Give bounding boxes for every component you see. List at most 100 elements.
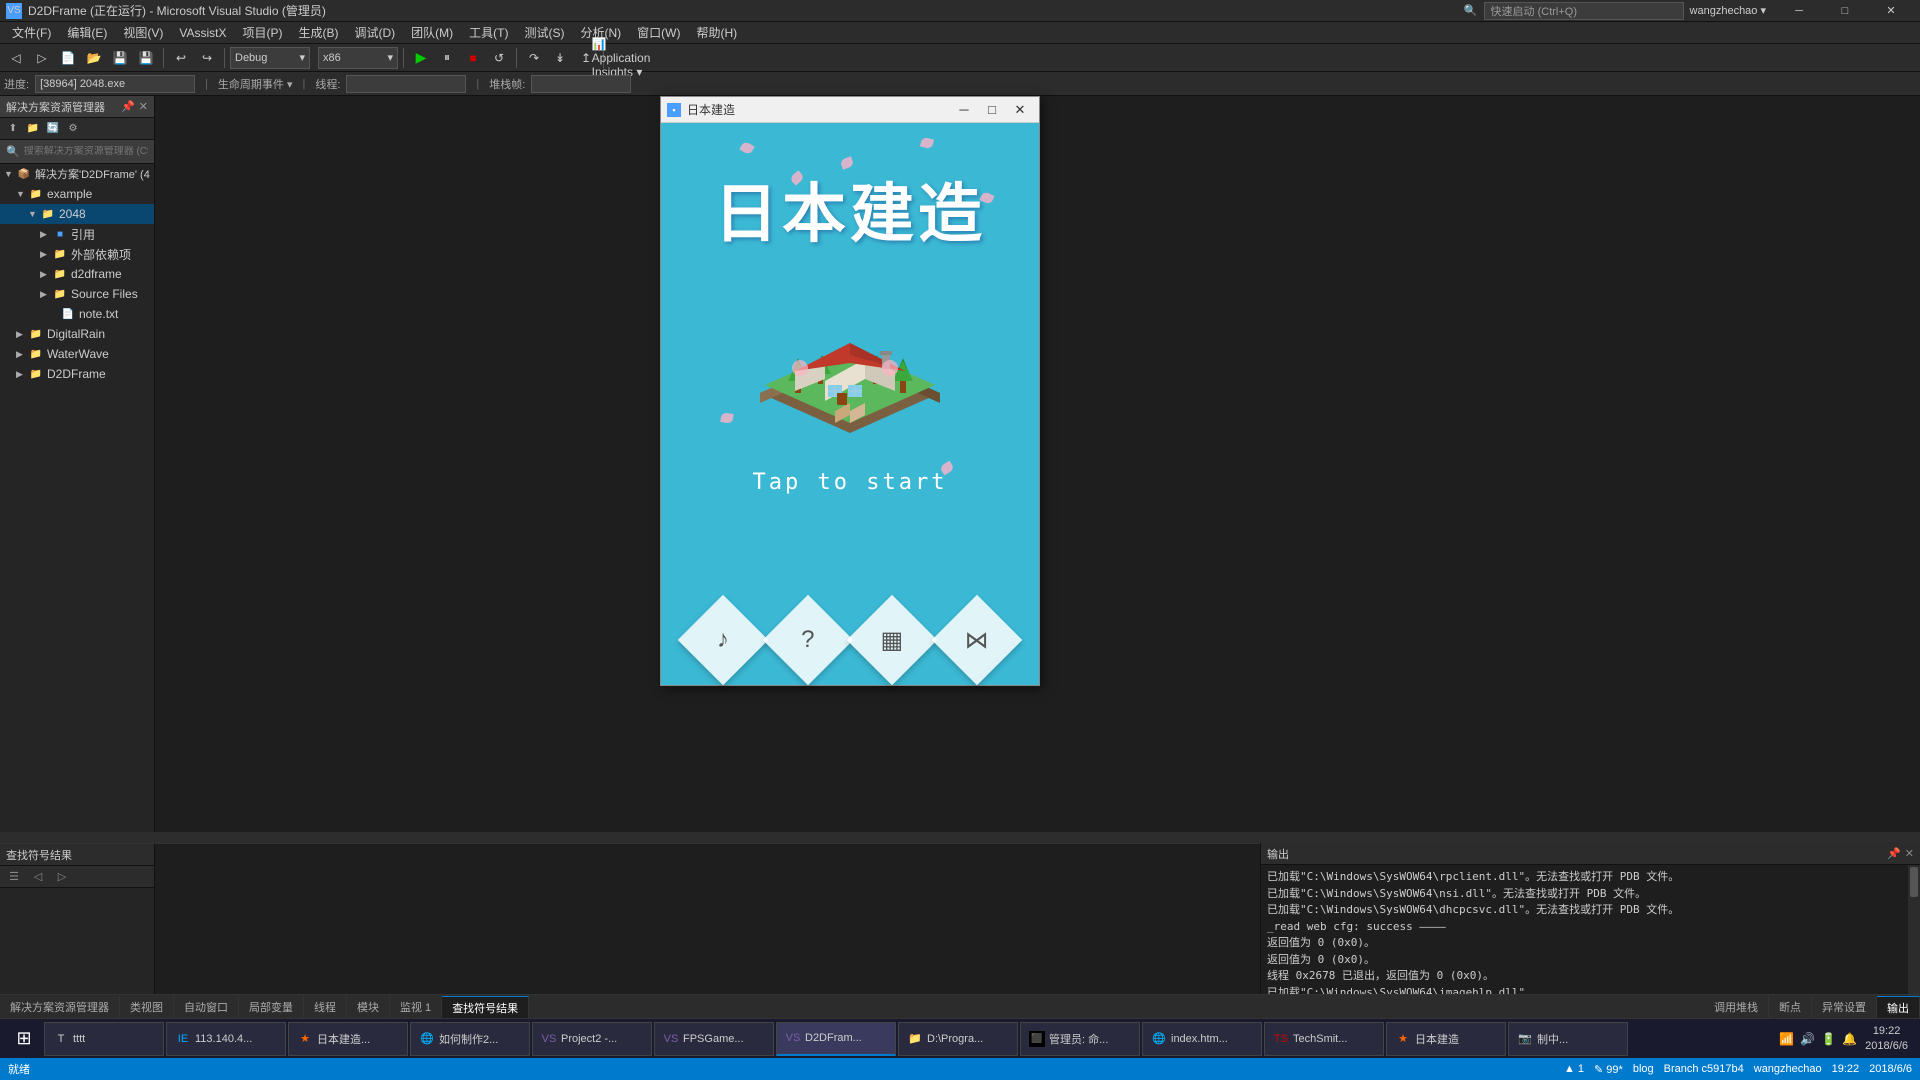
stop-btn[interactable]: ■ xyxy=(461,46,485,70)
output-close-icon[interactable]: ✕ xyxy=(1905,847,1914,860)
output-pin-icon[interactable]: 📌 xyxy=(1887,847,1901,860)
restart-btn[interactable]: ↺ xyxy=(487,46,511,70)
tab-watch1[interactable]: 监视 1 xyxy=(390,996,442,1018)
tap-to-start-text[interactable]: Tap to start xyxy=(661,470,1039,495)
toolbar-open-btn[interactable]: 📂 xyxy=(82,46,106,70)
tab-locals[interactable]: 局部变量 xyxy=(239,996,304,1018)
pause-btn[interactable]: ⏸ xyxy=(435,46,459,70)
toolbar-fwd-btn[interactable]: ▷ xyxy=(30,46,54,70)
tab-class-view[interactable]: 类视图 xyxy=(120,996,174,1018)
tab-threads[interactable]: 线程 xyxy=(304,996,347,1018)
tab-modules[interactable]: 模块 xyxy=(347,996,390,1018)
taskbar-item-jpkenzo2[interactable]: ★ 日本建造 xyxy=(1386,1022,1506,1056)
taskbar-icon-proj2: VS xyxy=(541,1031,557,1047)
game-maximize-btn[interactable]: □ xyxy=(979,99,1005,121)
taskbar-item-jpkenzo[interactable]: ★ 日本建造... xyxy=(288,1022,408,1056)
platform-dropdown[interactable]: x86▾ xyxy=(318,47,398,69)
find-next-btn[interactable]: ▷ xyxy=(52,867,72,887)
tree-d2dframe-root[interactable]: ▶ 📁 D2DFrame xyxy=(0,364,154,384)
tree-d2dframe[interactable]: ▶ 📁 d2dframe xyxy=(0,264,154,284)
tab-output[interactable]: 输出 xyxy=(1877,996,1920,1018)
taskbar-item-tttt[interactable]: T tttt xyxy=(44,1022,164,1056)
taskbar-icon-d2dframe: VS xyxy=(785,1030,801,1046)
tree-source-files[interactable]: ▶ 📁 Source Files xyxy=(0,284,154,304)
close-panel-icon[interactable]: ✕ xyxy=(139,100,148,113)
tab-auto-window[interactable]: 自动窗口 xyxy=(174,996,239,1018)
se-btn4[interactable]: ⚙ xyxy=(64,120,82,138)
minimize-button[interactable]: ─ xyxy=(1776,0,1822,22)
tree-ref[interactable]: ▶ ■ 引用 xyxy=(0,224,154,244)
tab-breakpoints[interactable]: 断点 xyxy=(1769,996,1812,1018)
tree-external[interactable]: ▶ 📁 外部依赖项 xyxy=(0,244,154,264)
close-button[interactable]: ✕ xyxy=(1868,0,1914,22)
se-btn2[interactable]: 📁 xyxy=(24,120,42,138)
menu-help[interactable]: 帮助(H) xyxy=(688,22,745,44)
taskbar-item-index[interactable]: 🌐 index.htm... xyxy=(1142,1022,1262,1056)
tree-solution[interactable]: ▼ 📦 解决方案'D2DFrame' (4 xyxy=(0,164,154,184)
vs-titlebar: VS D2DFrame (正在运行) - Microsoft Visual St… xyxy=(0,0,1920,22)
taskbar-item-cmd[interactable]: ⬛ 管理员: 命... xyxy=(1020,1022,1140,1056)
toolbar-saveall-btn[interactable]: 💾 xyxy=(134,46,158,70)
thread-label: 线程: xyxy=(315,76,340,92)
menu-test[interactable]: 测试(S) xyxy=(516,22,572,44)
menu-tools[interactable]: 工具(T) xyxy=(461,22,516,44)
menu-file[interactable]: 文件(F) xyxy=(4,22,59,44)
toolbar-undo-btn[interactable]: ↩ xyxy=(169,46,193,70)
pin-icon[interactable]: 📌 xyxy=(121,100,135,113)
output-scroll-thumb xyxy=(1910,867,1918,897)
tree-note[interactable]: 📄 note.txt xyxy=(0,304,154,324)
toolbar-save-btn[interactable]: 💾 xyxy=(108,46,132,70)
stats-button[interactable]: ▦ xyxy=(847,595,938,686)
tree-example[interactable]: ▼ 📁 example xyxy=(0,184,154,204)
taskbar-item-techsmit[interactable]: TS TechSmit... xyxy=(1264,1022,1384,1056)
taskbar-item-d2dframe[interactable]: VS D2DFram... xyxy=(776,1022,896,1056)
taskbar-item-capture[interactable]: 📷 制中... xyxy=(1508,1022,1628,1056)
music-button[interactable]: ♪ xyxy=(678,595,769,686)
tree-digitalrain[interactable]: ▶ 📁 DigitalRain xyxy=(0,324,154,344)
tab-callstack[interactable]: 调用堆栈 xyxy=(1704,996,1769,1018)
find-prev-btn[interactable]: ◁ xyxy=(28,867,48,887)
debug-toolbar: 进度: [38964] 2048.exe | 生命周期事件 ▾ | 线程: | … xyxy=(0,72,1920,96)
find-list-btn[interactable]: ☰ xyxy=(4,867,24,887)
menu-build[interactable]: 生成(B) xyxy=(290,22,346,44)
menu-edit[interactable]: 编辑(E) xyxy=(59,22,115,44)
menu-project[interactable]: 项目(P) xyxy=(234,22,290,44)
game-window-title: 日本建造 xyxy=(687,101,735,118)
tree-waterwave[interactable]: ▶ 📁 WaterWave xyxy=(0,344,154,364)
stepinto-btn[interactable]: ↡ xyxy=(548,46,572,70)
se-btn1[interactable]: ⬆ xyxy=(4,120,22,138)
start-button[interactable]: ⊞ xyxy=(4,1020,44,1058)
tab-find-symbols[interactable]: 查找符号结果 xyxy=(442,996,529,1018)
stepover-btn[interactable]: ↷ xyxy=(522,46,546,70)
menu-debug[interactable]: 调试(D) xyxy=(346,22,403,44)
se-btn3[interactable]: 🔄 xyxy=(44,120,62,138)
bottom-tabs-bar: 解决方案资源管理器 类视图 自动窗口 局部变量 线程 模块 监视 1 查找符号结… xyxy=(0,994,1920,1018)
taskbar-label-fpsgame: FPSGame... xyxy=(683,1033,744,1045)
menu-team[interactable]: 团队(M) xyxy=(403,22,461,44)
game-minimize-btn[interactable]: ─ xyxy=(951,99,977,121)
taskbar-item-browser1[interactable]: IE 113.140.4... xyxy=(166,1022,286,1056)
maximize-button[interactable]: □ xyxy=(1822,0,1868,22)
taskbar-item-howto[interactable]: 🌐 如何制作2... xyxy=(410,1022,530,1056)
tree-2048[interactable]: ▼ 📁 2048 xyxy=(0,204,154,224)
taskbar-item-fpsgame[interactable]: VS FPSGame... xyxy=(654,1022,774,1056)
taskbar-item-proj2[interactable]: VS Project2 -... xyxy=(532,1022,652,1056)
toolbar-new-btn[interactable]: 📄 xyxy=(56,46,80,70)
help-button[interactable]: ? xyxy=(762,595,853,686)
callstack-label: 堆栈帧: xyxy=(489,76,525,92)
toolbar-back-btn[interactable]: ◁ xyxy=(4,46,28,70)
appinsights-btn[interactable]: 📊 Application Insights ▾ xyxy=(609,46,633,70)
play-btn[interactable]: ▶ xyxy=(409,46,433,70)
config-dropdown[interactable]: Debug▾ xyxy=(230,47,310,69)
toolbar-redo-btn[interactable]: ↪ xyxy=(195,46,219,70)
clock-time: 19:22 xyxy=(1865,1024,1908,1038)
menu-view[interactable]: 视图(V) xyxy=(115,22,171,44)
search-input[interactable] xyxy=(24,146,148,157)
vs-icon: VS xyxy=(6,3,22,19)
share-button[interactable]: ⋈ xyxy=(931,595,1022,686)
tab-exceptions[interactable]: 异常设置 xyxy=(1812,996,1877,1018)
tab-solution-explorer[interactable]: 解决方案资源管理器 xyxy=(0,996,120,1018)
game-close-btn[interactable]: ✕ xyxy=(1007,99,1033,121)
taskbar-item-explorer[interactable]: 📁 D:\Progra... xyxy=(898,1022,1018,1056)
menu-vassistx[interactable]: VAssistX xyxy=(171,22,234,44)
